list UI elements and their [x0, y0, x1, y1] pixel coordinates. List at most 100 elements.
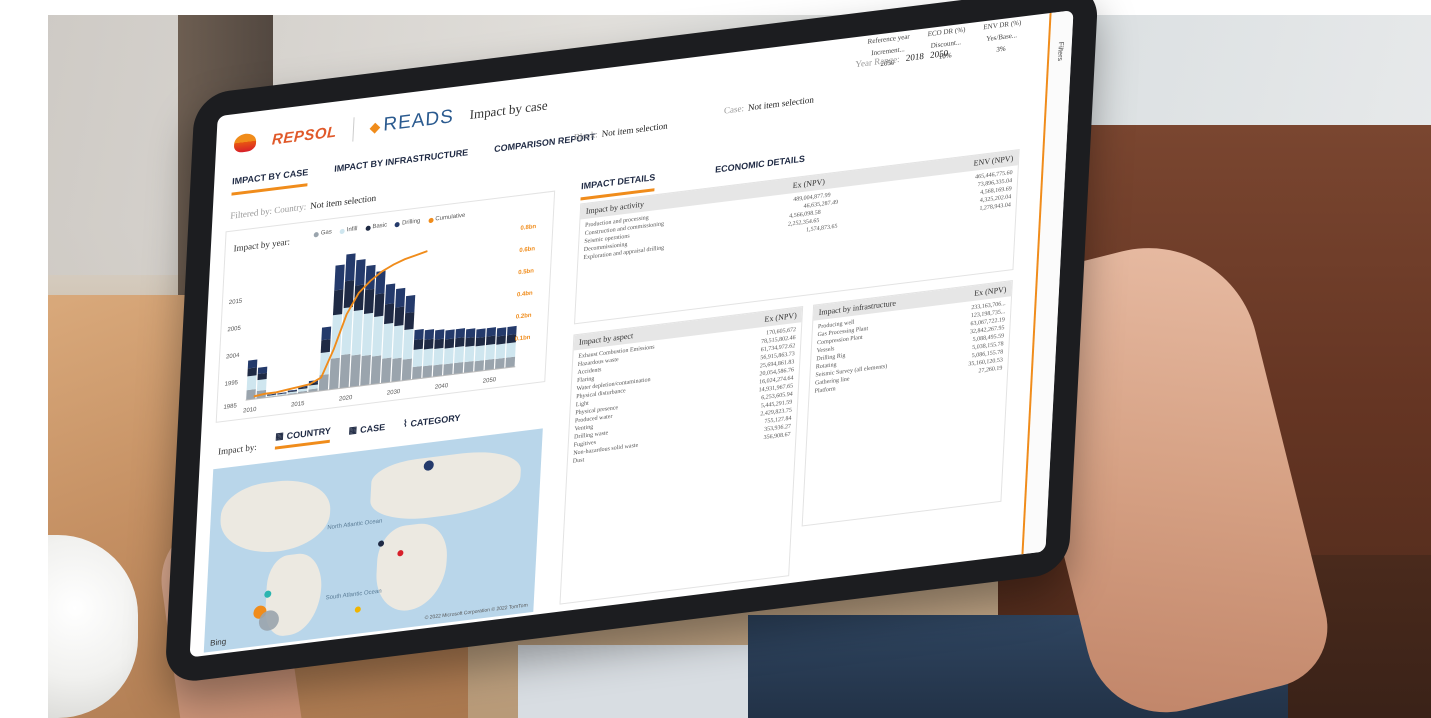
- bar-segment[interactable]: [505, 342, 516, 358]
- bar-segment[interactable]: [474, 345, 485, 362]
- bar-segment[interactable]: [370, 355, 382, 385]
- bar-segment[interactable]: [374, 293, 385, 317]
- bar-segment[interactable]: [360, 354, 371, 386]
- bar-segment[interactable]: [334, 264, 345, 291]
- bar-segment[interactable]: [445, 329, 455, 340]
- bar-segment[interactable]: [318, 374, 329, 392]
- legend-label: Gas: [320, 229, 332, 237]
- bar-segment[interactable]: [247, 367, 257, 377]
- bar-segment[interactable]: [484, 358, 495, 371]
- bar-segment[interactable]: [463, 361, 474, 374]
- bar-segment[interactable]: [329, 357, 340, 390]
- bar-segment[interactable]: [320, 339, 331, 353]
- bar-segment[interactable]: [433, 347, 444, 366]
- bar-segment[interactable]: [375, 270, 386, 295]
- bar-segment[interactable]: [412, 348, 423, 368]
- reads-mark-icon: ◆: [369, 118, 381, 136]
- bar-segment[interactable]: [454, 337, 465, 348]
- bar-segment[interactable]: [391, 357, 402, 383]
- bar-segment[interactable]: [405, 295, 416, 314]
- bar-segment[interactable]: [404, 311, 415, 331]
- aspect-col[interactable]: Ex (NPV): [764, 311, 797, 324]
- case-filter-value[interactable]: Not item selection: [748, 94, 814, 112]
- bar-segment[interactable]: [507, 325, 517, 336]
- bar-segment[interactable]: [414, 329, 424, 341]
- bar-segment[interactable]: [423, 348, 434, 367]
- bar-segment[interactable]: [380, 357, 392, 384]
- filter-label: ENV DR (%): [983, 18, 1022, 32]
- bar-segment[interactable]: [413, 338, 424, 350]
- bar-segment[interactable]: [432, 364, 443, 377]
- bar-segment[interactable]: [246, 389, 256, 401]
- product-name: READS: [382, 105, 455, 136]
- country-icon: ▦: [274, 430, 285, 442]
- bar-segment[interactable]: [455, 328, 466, 339]
- filter-env-dr[interactable]: ENV DR (%) Yes/Base... 3%: [982, 18, 1022, 56]
- bar-segment[interactable]: [384, 303, 395, 325]
- legend-swatch: [313, 231, 319, 238]
- bar-segment[interactable]: [355, 259, 366, 286]
- legend-swatch: [428, 217, 434, 223]
- bar-segment[interactable]: [485, 335, 496, 346]
- filters-pane[interactable]: Filters: [1021, 10, 1074, 555]
- bar-segment[interactable]: [332, 289, 344, 316]
- bar-segment[interactable]: [372, 315, 384, 357]
- bar-segment[interactable]: [454, 346, 465, 364]
- bar-segment[interactable]: [496, 327, 507, 337]
- bar-segment[interactable]: [412, 366, 422, 380]
- bar-segment[interactable]: [257, 366, 268, 374]
- bar-segment[interactable]: [382, 322, 394, 359]
- bar-segment[interactable]: [444, 338, 455, 349]
- tab-country[interactable]: ▦ COUNTRY: [274, 424, 332, 450]
- bar-segment[interactable]: [423, 338, 434, 350]
- tab-case[interactable]: ▦ CASE: [348, 421, 385, 441]
- bar-segment[interactable]: [361, 312, 374, 356]
- bar-segment[interactable]: [349, 354, 361, 388]
- tab-impact-by-case[interactable]: IMPACT BY CASE: [231, 167, 309, 196]
- bar-segment[interactable]: [443, 363, 453, 376]
- activity-col1[interactable]: Ex (NPV): [792, 177, 825, 190]
- tab-impact-by-infrastructure[interactable]: IMPACT BY INFRASTRUCTURE: [333, 147, 469, 183]
- bar-segment[interactable]: [474, 360, 485, 372]
- bar-segment[interactable]: [246, 375, 257, 391]
- bar-segment[interactable]: [402, 328, 414, 360]
- map-point[interactable]: [354, 606, 361, 613]
- bar-segment[interactable]: [495, 357, 505, 370]
- bar-segment[interactable]: [475, 336, 486, 347]
- bar-segment[interactable]: [464, 345, 475, 363]
- country-filter-value[interactable]: Not item selection: [310, 193, 376, 211]
- bar-segment[interactable]: [257, 372, 267, 381]
- bar-segment[interactable]: [465, 336, 475, 347]
- bar-segment[interactable]: [392, 325, 404, 359]
- bar-segment[interactable]: [422, 365, 433, 379]
- bar-segment[interactable]: [434, 338, 444, 350]
- bar-segment[interactable]: [485, 343, 496, 360]
- row-label: Platform: [814, 386, 836, 395]
- bar-segment[interactable]: [434, 329, 445, 340]
- bar-segment[interactable]: [363, 288, 375, 314]
- x-tick: 2010: [242, 406, 257, 415]
- bar-segment[interactable]: [424, 329, 435, 340]
- block-filter-value[interactable]: Not item selection: [602, 121, 668, 139]
- bar-segment[interactable]: [339, 353, 351, 389]
- tab-category[interactable]: ⌇ CATEGORY: [403, 412, 461, 434]
- bar-segment[interactable]: [345, 253, 356, 282]
- bar-segment[interactable]: [495, 343, 506, 360]
- bar-segment[interactable]: [351, 309, 363, 356]
- bar-segment[interactable]: [465, 328, 476, 339]
- world-map[interactable]: North Atlantic Ocean South Atlantic Ocea…: [203, 428, 543, 653]
- infra-col[interactable]: Ex (NPV): [974, 285, 1007, 298]
- bar-segment[interactable]: [453, 361, 464, 375]
- bar-segment[interactable]: [443, 347, 454, 365]
- bar-segment[interactable]: [385, 283, 396, 305]
- bar-segment[interactable]: [247, 359, 258, 369]
- bar-segment[interactable]: [505, 356, 516, 368]
- bar-segment[interactable]: [395, 287, 406, 308]
- bar-segment[interactable]: [486, 327, 497, 337]
- bar-segment[interactable]: [476, 328, 486, 338]
- bar-segment[interactable]: [394, 306, 405, 327]
- bar-segment[interactable]: [401, 358, 412, 381]
- bar-segment[interactable]: [256, 379, 267, 392]
- bar-segment[interactable]: [321, 326, 332, 341]
- bar-segment[interactable]: [496, 335, 506, 345]
